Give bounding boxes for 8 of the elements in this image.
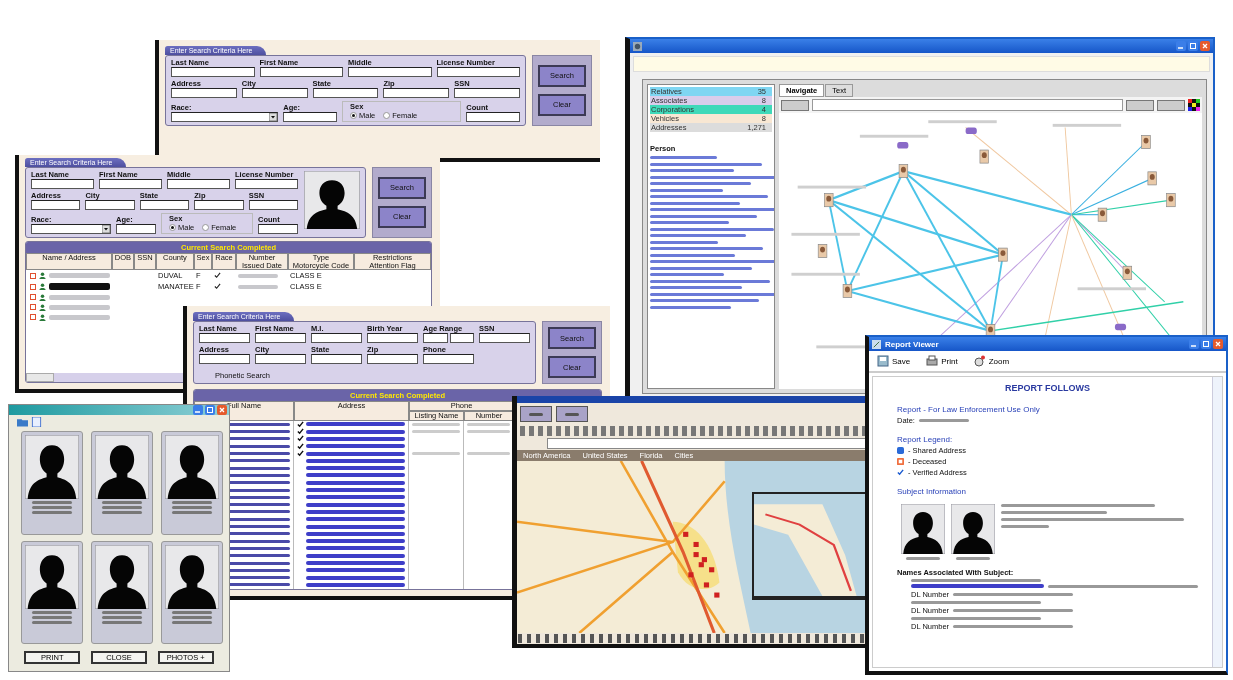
section-heading: Report Legend: bbox=[897, 435, 954, 444]
save-button[interactable]: Save bbox=[877, 355, 911, 367]
report-subtitle: Report - For Law Enforcement Use Only bbox=[897, 405, 1041, 414]
report-heading: REPORT FOLLOWS bbox=[1005, 383, 1090, 393]
window-title: Report Viewer bbox=[885, 339, 939, 349]
zoom-button[interactable]: Zoom bbox=[973, 355, 1010, 367]
section-heading: Subject Information bbox=[897, 487, 967, 496]
print-button[interactable]: Print bbox=[926, 355, 958, 367]
